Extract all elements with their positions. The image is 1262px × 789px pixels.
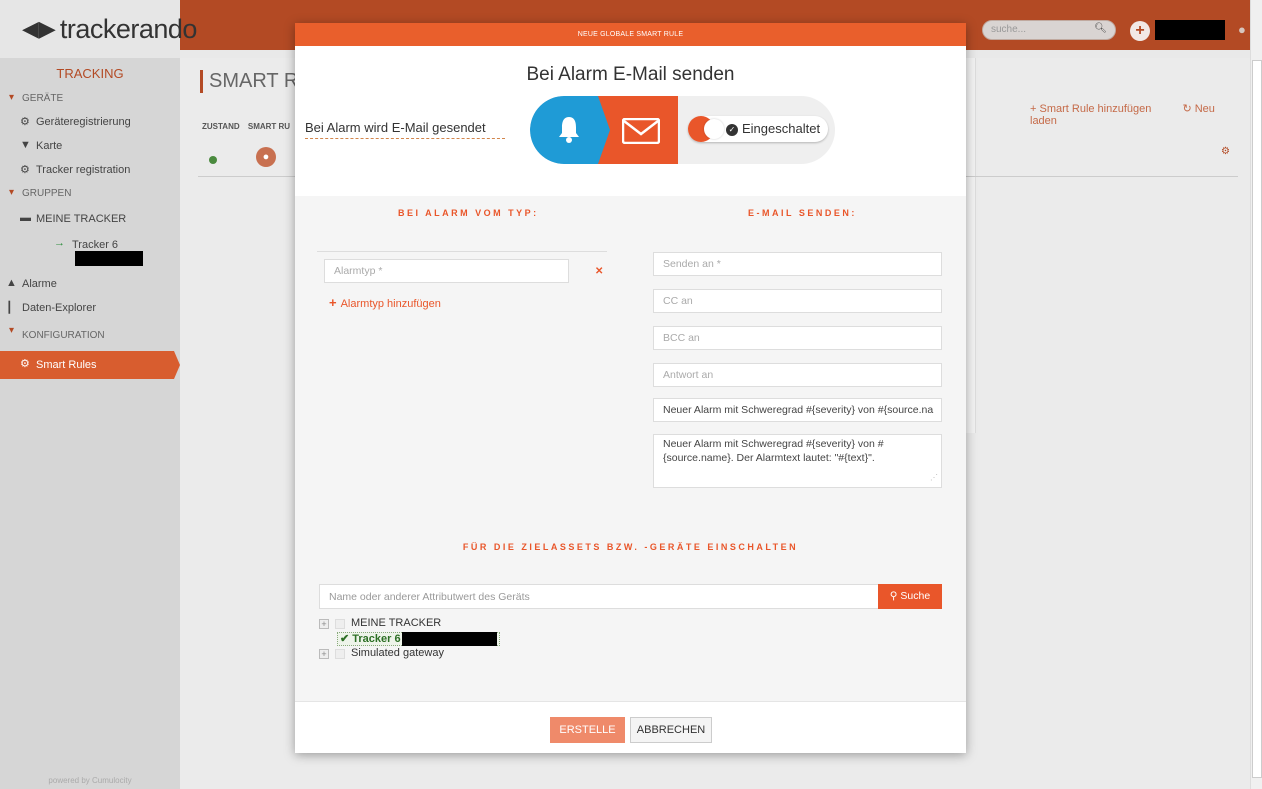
enabled-toggle[interactable]: ✓ Eingeschaltet xyxy=(688,116,828,142)
logo-text: trackerando xyxy=(59,13,198,44)
email-body-textarea[interactable]: Neuer Alarm mit Schweregrad #{severity} … xyxy=(653,434,942,488)
sidebar-item-registration[interactable]: ⚙ Geräteregistrierung xyxy=(0,110,180,134)
alarm-type-input[interactable]: Alarmtyp * xyxy=(324,259,569,283)
rule-title: Bei Alarm E-Mail senden xyxy=(526,64,735,85)
expand-icon[interactable]: + xyxy=(319,619,329,629)
remove-icon[interactable]: ✕ xyxy=(595,266,603,277)
cancel-button[interactable]: ABBRECHEN xyxy=(630,717,712,743)
asset-tree: + MEINE TRACKER ✔ Tracker 6 + Simulated … xyxy=(319,617,500,662)
global-search-input[interactable]: suche... 🔍︎ xyxy=(982,20,1116,40)
rule-pill: ✓ Eingeschaltet xyxy=(530,96,835,164)
checkbox[interactable] xyxy=(335,619,345,629)
toggle-knob xyxy=(704,119,724,139)
sidebar-item-alarms[interactable]: ▲ Alarme xyxy=(0,272,180,296)
arrow-right-icon: → xyxy=(54,237,65,249)
sidebar-item-map[interactable]: ▼ Karte xyxy=(0,134,180,158)
bcc-input[interactable]: BCC an xyxy=(653,326,942,350)
add-alarm-type-link[interactable]: + Alarmtyp hinzufügen xyxy=(329,295,441,310)
sidebar-item-tracker-registration[interactable]: ⚙ Tracker registration xyxy=(0,158,180,182)
map-pin-icon: ● xyxy=(256,147,276,167)
target-assets-heading: FÜR DIE ZIELASSETS BZW. -GERÄTE EINSCHAL… xyxy=(462,542,799,552)
add-icon[interactable]: + xyxy=(1130,21,1150,41)
cogs-icon: ⚙ xyxy=(20,164,30,176)
user-name-redacted xyxy=(1155,20,1225,40)
sidebar-section-devices[interactable]: GERÄTE xyxy=(0,87,180,110)
tree-item-my-trackers[interactable]: + MEINE TRACKER xyxy=(319,617,500,632)
sidebar-item-tracker[interactable]: → Tracker 6 xyxy=(0,233,180,272)
sidebar-item-my-trackers[interactable]: ▬ MEINE TRACKER xyxy=(0,205,180,233)
cc-input[interactable]: CC an xyxy=(653,289,942,313)
cogs-icon: ⚙ xyxy=(20,116,30,128)
page-title: SMART R xyxy=(200,70,298,93)
sidebar-section-groups[interactable]: GRUPPEN xyxy=(0,182,180,205)
expand-icon[interactable]: + xyxy=(319,649,329,659)
new-smart-rule-modal: NEUE GLOBALE SMART RULE Bei Alarm E-Mail… xyxy=(295,23,966,753)
sidebar: TRACKING GERÄTE ⚙ Geräteregistrierung ▼ … xyxy=(0,58,180,789)
selected-tracker[interactable]: ✔ Tracker 6 xyxy=(337,632,500,647)
create-button[interactable]: ERSTELLE xyxy=(550,717,625,743)
gear-icon[interactable]: ⚙ xyxy=(1221,146,1230,157)
asset-search-button[interactable]: ⚲ Suche xyxy=(878,584,942,609)
modal-footer: ERSTELLE ABBRECHEN xyxy=(295,701,966,753)
bell-icon xyxy=(559,117,579,143)
tree-item-simulated-gateway[interactable]: + Simulated gateway xyxy=(319,647,500,662)
trackerando-logo-icon: ◀▶ xyxy=(22,16,56,42)
table-header: ZUSTAND SMART RU xyxy=(202,122,291,131)
background-panel xyxy=(966,58,976,433)
bell-icon: ▲ xyxy=(6,277,17,289)
tracker-name-redacted xyxy=(401,632,497,647)
scrollbar-thumb[interactable] xyxy=(1252,60,1262,778)
rule-summary: Bei Alarm E-Mail senden Bei Alarm wird E… xyxy=(295,46,966,196)
email-subject-input[interactable]: Neuer Alarm mit Schweregrad #{severity} … xyxy=(653,398,942,422)
user-icon[interactable]: ● xyxy=(1238,22,1246,37)
add-smart-rule-link[interactable]: + Smart Rule hinzufügen xyxy=(1030,103,1165,115)
tracker-name-redacted xyxy=(75,251,143,266)
search-icon[interactable]: 🔍︎ xyxy=(1094,23,1107,34)
send-email-heading: E-MAIL SENDEN: xyxy=(748,208,857,218)
status-check-icon xyxy=(209,156,217,164)
check-circle-icon: ✓ xyxy=(726,124,738,136)
reply-to-input[interactable]: Antwort an xyxy=(653,363,942,387)
rule-description-field[interactable]: Bei Alarm wird E-Mail gesendet xyxy=(305,120,505,139)
resize-handle-icon[interactable]: ⋰ xyxy=(930,471,938,485)
asset-search-input[interactable]: Name oder anderer Attributwert des Gerät… xyxy=(319,584,879,609)
sidebar-footer: powered by Cumulocity xyxy=(48,776,132,785)
map-pin-icon: ▼ xyxy=(20,139,31,151)
logo[interactable]: ◀▶ trackerando xyxy=(0,0,197,58)
send-to-input[interactable]: Senden an * xyxy=(653,252,942,276)
tree-item-tracker[interactable]: ✔ Tracker 6 xyxy=(319,632,500,647)
modal-header: NEUE GLOBALE SMART RULE xyxy=(295,23,966,46)
alarm-type-heading: BEI ALARM VOM TYP: xyxy=(398,208,539,218)
sidebar-item-smart-rules[interactable]: ⚙ Smart Rules xyxy=(0,351,180,379)
folder-open-icon: ▬ xyxy=(20,212,31,224)
envelope-icon xyxy=(622,118,660,144)
divider xyxy=(317,251,607,252)
sidebar-section-configuration[interactable]: KONFIGURATION xyxy=(0,320,180,351)
segment-arrow xyxy=(598,96,610,164)
page-scrollbar[interactable] xyxy=(1250,0,1262,789)
cogs-icon: ⚙ xyxy=(20,358,30,370)
sidebar-title: TRACKING xyxy=(56,66,124,81)
page-actions: + Smart Rule hinzufügen ↻ Neu laden xyxy=(1030,102,1250,127)
sidebar-item-data-explorer[interactable]: ┃ Daten-Explorer xyxy=(0,296,180,320)
checkbox[interactable] xyxy=(335,649,345,659)
bar-chart-icon: ┃ xyxy=(6,302,13,314)
